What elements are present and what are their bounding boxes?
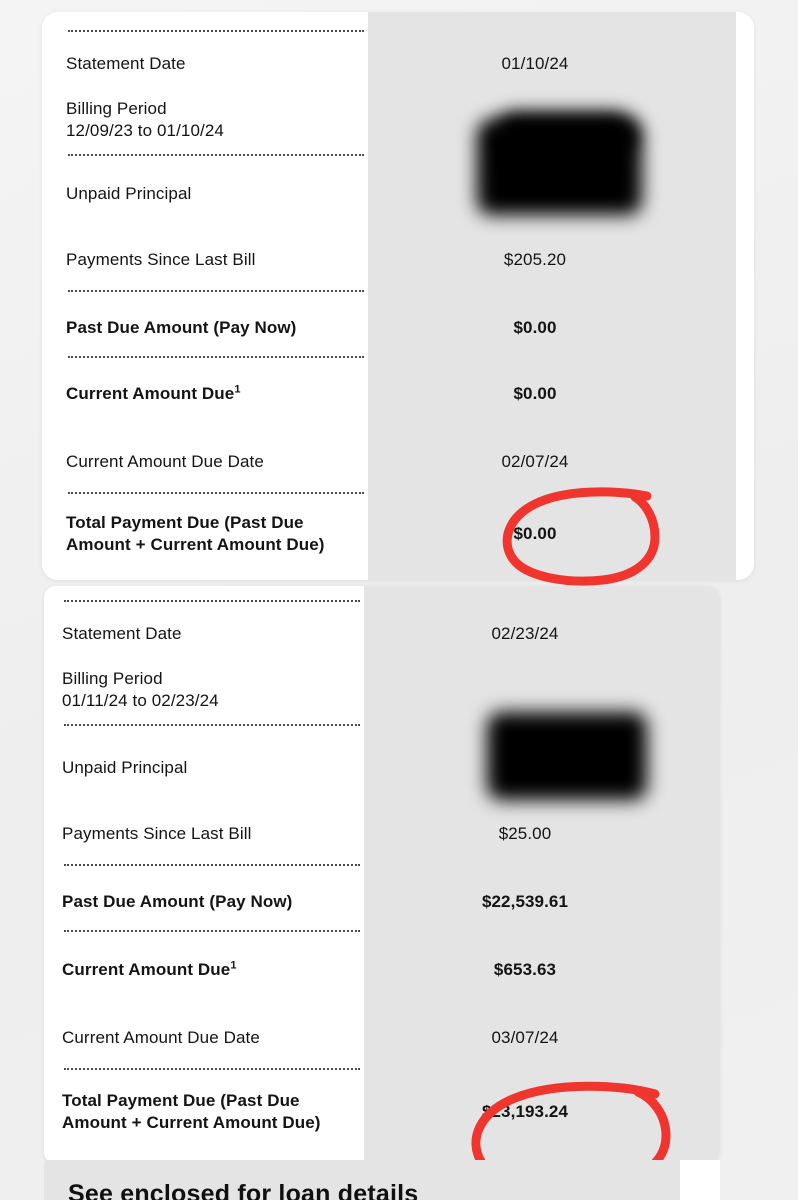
row-value: $23,193.24 [481, 1102, 569, 1121]
row-label-text: Current Amount Due [62, 959, 231, 979]
table-row: Payments Since Last Bill $25.00 [44, 808, 720, 860]
row-label: Unpaid Principal [62, 757, 188, 777]
row-value: $205.20 [503, 250, 567, 269]
row-divider [64, 724, 360, 726]
footnote-marker: 1 [234, 383, 241, 396]
statement-card-1: Statement Date 01/10/24 Billing Period 1… [42, 12, 754, 580]
table-row: Billing Period 12/09/23 to 01/10/24 [42, 94, 754, 146]
row-divider [64, 1068, 360, 1070]
statement-card-2: Statement Date 02/23/24 Billing Period 0… [44, 586, 720, 1164]
row-divider [68, 356, 364, 358]
row-value: $653.63 [493, 960, 557, 979]
statement-rows-2: Statement Date 02/23/24 Billing Period 0… [44, 586, 720, 1164]
row-label: Payments Since Last Bill [62, 823, 252, 843]
table-row-current-amount-due: Current Amount Due1 $653.63 [44, 944, 720, 996]
row-label: Statement Date [66, 53, 186, 73]
table-row-current-amount-due: Current Amount Due1 $0.00 [42, 368, 754, 420]
table-row: Statement Date 02/23/24 [44, 608, 720, 660]
row-divider [68, 492, 364, 494]
row-label: Statement Date [62, 623, 182, 643]
table-row-unpaid-principal: Unpaid Principal [42, 168, 754, 220]
row-value: $0.00 [513, 384, 557, 403]
row-label: Billing Period 12/09/23 to 01/10/24 [66, 98, 224, 140]
row-label: Unpaid Principal [66, 183, 192, 203]
row-label: Billing Period 01/11/24 to 02/23/24 [62, 668, 219, 710]
table-row: Payments Since Last Bill $205.20 [42, 234, 754, 286]
row-value: $0.00 [513, 318, 557, 337]
footnote-marker: 1 [230, 959, 237, 972]
statement-screenshot: Statement Date 01/10/24 Billing Period 1… [0, 0, 798, 1200]
row-value: 01/10/24 [501, 54, 569, 73]
table-row-past-due: Past Due Amount (Pay Now) $0.00 [42, 302, 754, 354]
row-divider [64, 600, 360, 602]
row-label: Current Amount Due Date [62, 1027, 260, 1047]
row-label: Total Payment Due (Past Due Amount + Cur… [62, 1090, 321, 1132]
row-label-text: Current Amount Due [66, 383, 235, 403]
table-row-due-date: Current Amount Due Date 03/07/24 [44, 1012, 720, 1064]
row-label: Current Amount Due Date [66, 451, 264, 471]
row-divider [68, 290, 364, 292]
row-value: $0.00 [513, 524, 557, 543]
row-divider [68, 154, 364, 156]
row-label: Past Due Amount (Pay Now) [66, 317, 297, 337]
table-row-due-date: Current Amount Due Date 02/07/24 [42, 436, 754, 488]
row-value: 02/07/24 [501, 452, 569, 471]
table-row: Billing Period 01/11/24 to 02/23/24 [44, 664, 720, 716]
row-value: $22,539.61 [481, 892, 569, 911]
row-divider [64, 864, 360, 866]
row-value: 02/23/24 [491, 624, 559, 643]
loan-details-text: See enclosed for loan details [68, 1180, 419, 1200]
loan-details-banner: See enclosed for loan details [44, 1160, 720, 1200]
statement-rows-1: Statement Date 01/10/24 Billing Period 1… [42, 12, 754, 580]
row-label: Current Amount Due1 [62, 959, 364, 981]
table-row-past-due: Past Due Amount (Pay Now) $22,539.61 [44, 876, 720, 928]
table-row: Statement Date 01/10/24 [42, 38, 754, 90]
row-divider [64, 930, 360, 932]
row-label: Past Due Amount (Pay Now) [62, 891, 293, 911]
table-row-total-payment-due: Total Payment Due (Past Due Amount + Cur… [44, 1076, 720, 1148]
row-label: Current Amount Due1 [66, 383, 368, 405]
row-divider [68, 30, 364, 32]
row-label: Total Payment Due (Past Due Amount + Cur… [66, 512, 325, 554]
row-label: Payments Since Last Bill [66, 249, 256, 269]
row-value: $25.00 [498, 824, 552, 843]
table-row-total-payment-due: Total Payment Due (Past Due Amount + Cur… [42, 498, 754, 570]
table-row-unpaid-principal: Unpaid Principal [44, 742, 720, 794]
row-value: 03/07/24 [491, 1028, 559, 1047]
